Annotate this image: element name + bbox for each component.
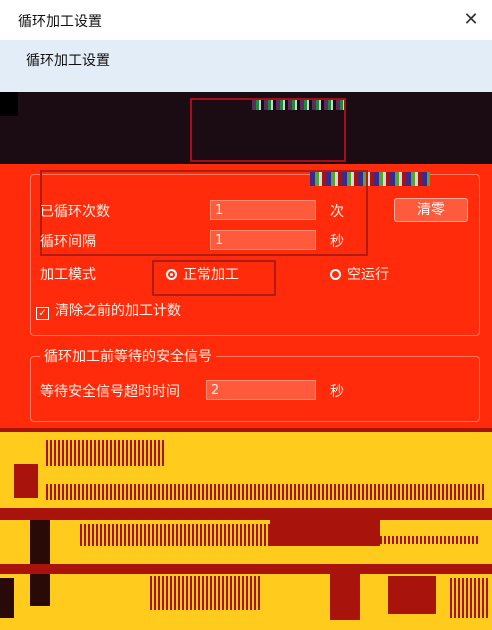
glitch-block-3: [46, 484, 486, 500]
glitch-block-6: [80, 524, 280, 546]
clear-previous-label: 清除之前的加工计数: [55, 303, 181, 319]
glitch-block-7: [270, 512, 380, 546]
section-header: 循环加工设置: [0, 40, 492, 92]
glitch-block-4: [0, 508, 492, 520]
interval-field[interactable]: [210, 230, 316, 250]
timeout-field[interactable]: [206, 380, 316, 400]
radio-dry-run-label: 空运行: [347, 267, 389, 283]
interval-label: 循环间隔: [40, 234, 96, 250]
clear-previous-checkbox[interactable]: ✓ 清除之前的加工计数: [36, 300, 181, 320]
radio-normal-label: 正常加工: [183, 267, 239, 283]
checkbox-checked-icon: ✓: [36, 307, 49, 320]
safety-group-title: 循环加工前等待的安全信号: [40, 346, 216, 366]
glitch-block-14: [0, 578, 14, 618]
radio-dry-run[interactable]: 空运行: [330, 264, 389, 284]
cycled-count-unit: 次: [330, 204, 344, 220]
lower-divider: [0, 428, 492, 432]
radio-selected-icon: [166, 269, 177, 280]
status-highlight-box: [190, 98, 346, 162]
glitch-block-12: [388, 576, 436, 614]
radio-unselected-icon: [330, 269, 341, 280]
radio-normal-processing[interactable]: 正常加工: [166, 264, 239, 284]
timeout-unit: 秒: [330, 384, 344, 400]
glitch-block-1: [46, 440, 166, 466]
glitch-block-8: [380, 536, 480, 544]
cycled-count-field[interactable]: [210, 200, 316, 220]
section-title: 循环加工设置: [26, 53, 110, 69]
corrupted-lower-panel: [0, 428, 492, 630]
glitch-block-10: [150, 576, 260, 610]
timeout-label: 等待安全信号超时时间: [40, 384, 180, 400]
cycled-count-label: 已循环次数: [40, 204, 110, 220]
glitch-block-5: [30, 520, 50, 606]
title-bar: 循环加工设置 ✕: [0, 0, 492, 41]
window-title: 循环加工设置: [18, 14, 102, 30]
mode-label: 加工模式: [40, 267, 96, 283]
glitch-block-9: [0, 564, 492, 574]
dark-left-block: [0, 92, 18, 116]
clear-button[interactable]: 清零: [394, 198, 468, 222]
interval-unit: 秒: [330, 234, 344, 250]
glitch-block-11: [330, 570, 360, 620]
glitch-block-13: [450, 578, 490, 618]
close-icon[interactable]: ✕: [450, 0, 492, 40]
glitch-block-2: [14, 464, 38, 498]
